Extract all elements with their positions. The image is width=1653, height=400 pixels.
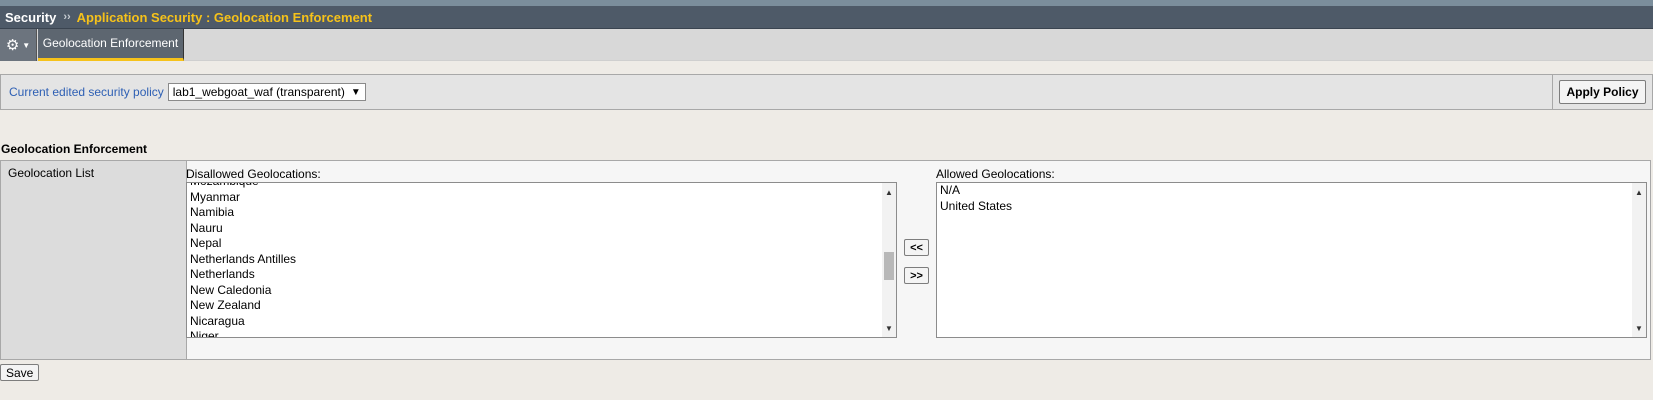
- list-item[interactable]: New Caledonia: [190, 283, 296, 299]
- list-item[interactable]: Nepal: [190, 236, 296, 252]
- scroll-up-icon[interactable]: ▲: [1632, 185, 1646, 199]
- allowed-caption: Allowed Geolocations:: [936, 167, 1055, 181]
- policy-select[interactable]: lab1_webgoat_waf (transparent) ▼: [167, 83, 366, 101]
- tab-bar: ⚙ ▼ Geolocation Enforcement: [0, 29, 1653, 61]
- settings-menu-button[interactable]: ⚙ ▼: [0, 29, 37, 61]
- list-item[interactable]: N/A: [940, 183, 1012, 199]
- disallowed-scrollbar[interactable]: ▲ ▼: [882, 183, 896, 337]
- list-item[interactable]: Netherlands: [190, 267, 296, 283]
- scroll-up-icon[interactable]: ▲: [882, 185, 896, 199]
- geolocation-list-label: Geolocation List: [1, 161, 187, 359]
- disallowed-caption: Disallowed Geolocations:: [186, 167, 321, 181]
- disallowed-items: MozambiqueMyanmarNamibiaNauruNepalNether…: [190, 183, 296, 337]
- allowed-listbox[interactable]: N/A United States ▲ ▼: [936, 182, 1647, 338]
- list-item[interactable]: United States: [940, 199, 1012, 215]
- section-title: Geolocation Enforcement: [1, 142, 148, 156]
- disallowed-listbox[interactable]: MozambiqueMyanmarNamibiaNauruNepalNether…: [186, 182, 897, 338]
- scroll-down-icon[interactable]: ▼: [882, 321, 896, 335]
- scroll-down-icon[interactable]: ▼: [1632, 321, 1646, 335]
- policy-select-value: lab1_webgoat_waf (transparent): [172, 85, 345, 99]
- dropdown-arrow-icon: ▼: [350, 86, 361, 98]
- policy-bar: Current edited security policy lab1_webg…: [0, 74, 1653, 110]
- geolocation-form: Geolocation List Disallowed Geolocations…: [0, 160, 1651, 360]
- list-item[interactable]: Niger: [190, 329, 296, 337]
- move-to-allowed-button[interactable]: >>: [904, 267, 929, 284]
- gear-icon: ⚙: [5, 36, 20, 54]
- list-item[interactable]: Myanmar: [190, 190, 296, 206]
- list-item[interactable]: Mozambique: [190, 183, 296, 190]
- apply-policy-cell: Apply Policy: [1552, 75, 1652, 109]
- list-item[interactable]: Netherlands Antilles: [190, 252, 296, 268]
- breadcrumb: Security ›› Application Security : Geolo…: [0, 6, 1653, 29]
- move-to-disallowed-button[interactable]: <<: [904, 239, 929, 256]
- save-button[interactable]: Save: [0, 364, 40, 381]
- allowed-scrollbar[interactable]: ▲ ▼: [1632, 183, 1646, 337]
- list-item[interactable]: Nauru: [190, 221, 296, 237]
- breadcrumb-current-page: Application Security : Geolocation Enfor…: [76, 9, 373, 25]
- breadcrumb-separator: ››: [63, 11, 71, 23]
- apply-policy-button[interactable]: Apply Policy: [1559, 80, 1646, 104]
- allowed-items: N/A United States: [940, 183, 1012, 214]
- list-item[interactable]: Namibia: [190, 205, 296, 221]
- scrollbar-thumb[interactable]: [884, 251, 894, 280]
- breadcrumb-root[interactable]: Security: [5, 10, 56, 25]
- chevron-down-icon: ▼: [22, 40, 31, 50]
- tab-geolocation-enforcement[interactable]: Geolocation Enforcement: [38, 29, 184, 61]
- policy-label[interactable]: Current edited security policy: [9, 85, 164, 99]
- list-item[interactable]: Nicaragua: [190, 314, 296, 330]
- list-item[interactable]: New Zealand: [190, 298, 296, 314]
